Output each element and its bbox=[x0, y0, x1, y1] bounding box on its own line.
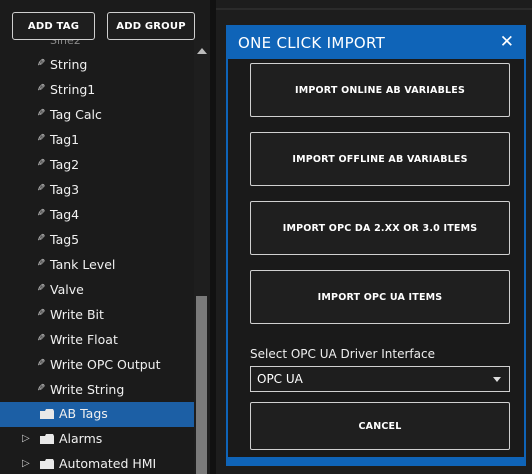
driver-interface-label: Select OPC UA Driver Interface bbox=[250, 347, 435, 361]
tree-item-tag[interactable]: ✎ Tag2 bbox=[0, 153, 194, 178]
tree-item-tag[interactable]: ✎ Valve bbox=[0, 278, 194, 303]
tag-icon: ✎ bbox=[37, 58, 46, 69]
import-opc-da-button[interactable]: IMPORT OPC DA 2.XX OR 3.0 ITEMS bbox=[250, 201, 510, 255]
dialog-bottom-border bbox=[228, 457, 524, 464]
dialog-title: ONE CLICK IMPORT bbox=[238, 34, 386, 52]
tag-icon: ✎ bbox=[37, 183, 46, 194]
folder-icon bbox=[40, 409, 54, 419]
expand-arrow-icon[interactable]: ▷ bbox=[22, 458, 30, 469]
scroll-up-arrow-icon[interactable] bbox=[197, 48, 207, 54]
tree-group-automated-hmi[interactable]: ▷ Automated HMI bbox=[0, 452, 194, 474]
folder-icon bbox=[40, 459, 54, 469]
clipped-tree-item: Sine2 bbox=[50, 40, 81, 46]
tag-icon: ✎ bbox=[37, 258, 46, 269]
tag-icon: ✎ bbox=[37, 108, 46, 119]
tree-item-tag[interactable]: ✎ Tank Level bbox=[0, 253, 194, 278]
tree-item-tag[interactable]: ✎ Write OPC Output bbox=[0, 353, 194, 378]
tree-group-alarms[interactable]: ▷ Alarms bbox=[0, 427, 194, 452]
tag-icon: ✎ bbox=[37, 283, 46, 294]
driver-interface-value: OPC UA bbox=[257, 372, 303, 386]
one-click-import-dialog: ONE CLICK IMPORT ✕ IMPORT ONLINE AB VARI… bbox=[226, 25, 526, 466]
tag-icon: ✎ bbox=[37, 158, 46, 169]
add-group-button[interactable]: ADD GROUP bbox=[107, 12, 195, 40]
tree-item-tag[interactable]: ✎ Write Bit bbox=[0, 303, 194, 328]
close-icon[interactable]: ✕ bbox=[500, 32, 514, 52]
tag-icon: ✎ bbox=[37, 333, 46, 344]
tree-item-tag[interactable]: ✎ Write String bbox=[0, 378, 194, 403]
workspace-border bbox=[216, 8, 532, 10]
tag-icon: ✎ bbox=[37, 233, 46, 244]
tree-item-tag[interactable]: ✎ String bbox=[0, 53, 194, 78]
tree-group-ab-tags[interactable]: AB Tags bbox=[0, 402, 194, 427]
tree-item-tag[interactable]: ✎ Write Float bbox=[0, 328, 194, 353]
driver-interface-select[interactable]: OPC UA bbox=[250, 366, 510, 392]
tag-icon: ✎ bbox=[37, 208, 46, 219]
cancel-button[interactable]: CANCEL bbox=[250, 402, 510, 450]
tree-item-tag[interactable]: ✎ Tag3 bbox=[0, 178, 194, 203]
tree-scrollbar[interactable] bbox=[194, 40, 210, 474]
tag-icon: ✎ bbox=[37, 133, 46, 144]
tree-item-tag[interactable]: ✎ Tag1 bbox=[0, 128, 194, 153]
tag-icon: ✎ bbox=[37, 358, 46, 369]
tree-item-tag[interactable]: ✎ Tag Calc bbox=[0, 103, 194, 128]
scrollbar-thumb[interactable] bbox=[196, 296, 207, 474]
dialog-header: ONE CLICK IMPORT ✕ bbox=[228, 27, 524, 59]
tree-item-tag[interactable]: ✎ String1 bbox=[0, 78, 194, 103]
tree-item-tag[interactable]: ✎ Tag5 bbox=[0, 228, 194, 253]
tag-icon: ✎ bbox=[37, 383, 46, 394]
tag-icon: ✎ bbox=[37, 308, 46, 319]
chevron-down-icon bbox=[493, 377, 501, 382]
import-offline-ab-button[interactable]: IMPORT OFFLINE AB VARIABLES bbox=[250, 132, 510, 186]
tag-toolbar: ADD TAG ADD GROUP bbox=[0, 0, 210, 40]
tag-icon: ✎ bbox=[37, 83, 46, 94]
tree-item-tag[interactable]: ✎ Tag4 bbox=[0, 203, 194, 228]
folder-icon bbox=[40, 434, 54, 444]
import-online-ab-button[interactable]: IMPORT ONLINE AB VARIABLES bbox=[250, 63, 510, 117]
tag-tree: Sine2 ✎String ✎String1 ✎Tag Calc ✎Tag1 ✎… bbox=[0, 40, 194, 474]
add-tag-button[interactable]: ADD TAG bbox=[12, 12, 95, 40]
import-opc-ua-button[interactable]: IMPORT OPC UA ITEMS bbox=[250, 270, 510, 324]
expand-arrow-icon[interactable]: ▷ bbox=[22, 433, 30, 444]
